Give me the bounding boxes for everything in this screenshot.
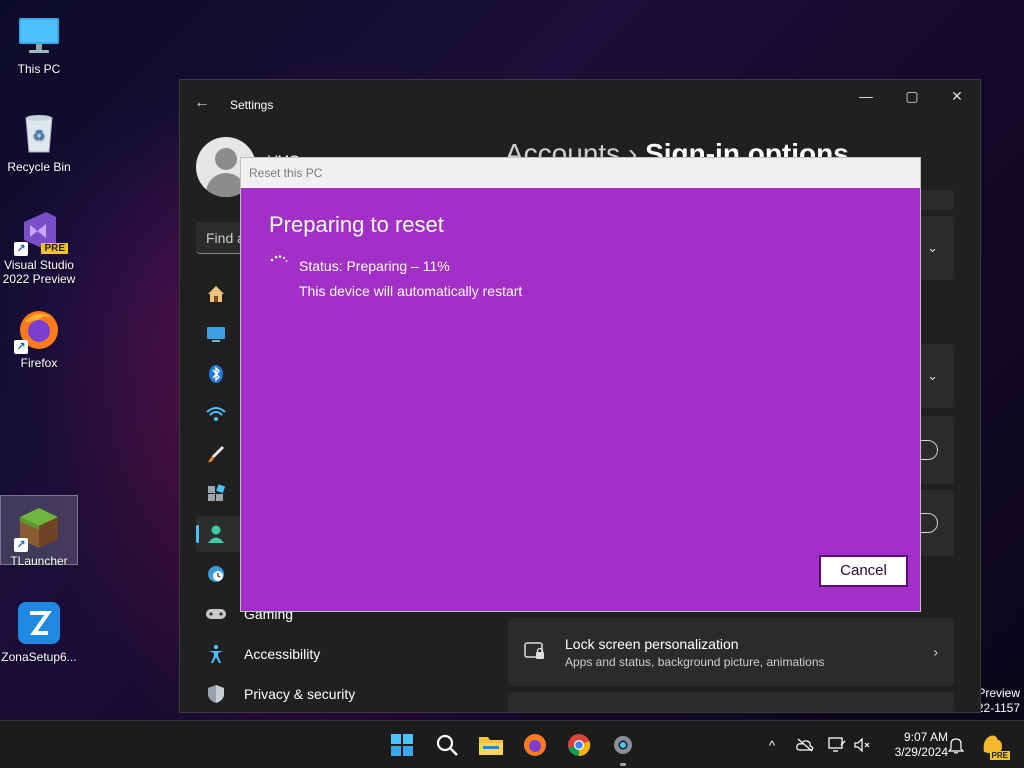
recycle-bin-icon: ♻ — [16, 110, 62, 156]
clock-date: 3/29/2024 — [894, 745, 948, 759]
reset-dialog: Reset this PC Preparing to reset Status:… — [240, 157, 921, 612]
file-explorer-button[interactable] — [476, 730, 506, 760]
shortcut-arrow-icon: ↗ — [14, 340, 28, 354]
settings-taskbar-button[interactable] — [608, 730, 638, 766]
home-icon — [204, 283, 228, 305]
chrome-icon — [568, 734, 591, 757]
desktop-icon-firefox[interactable]: ↗ Firefox — [0, 298, 78, 370]
nav-item-accessibility[interactable]: Accessibility — [196, 636, 486, 672]
time-language-icon — [204, 563, 228, 585]
desktop-icon-zona-setup[interactable]: ZonaSetup6... — [0, 592, 78, 664]
shortcut-arrow-icon: ↗ — [14, 242, 28, 256]
watermark-line1: Preview — [977, 686, 1020, 700]
shield-icon — [204, 683, 228, 705]
desktop-icon-label: Recycle Bin — [7, 160, 71, 174]
copilot-preview-button[interactable]: PRE — [978, 730, 1010, 760]
back-button[interactable]: ← — [194, 94, 216, 116]
minecraft-grass-block-icon: ↗ — [14, 504, 62, 552]
pre-badge: PRE — [989, 751, 1010, 760]
watermark-line2: 22-1157 — [976, 701, 1020, 715]
gamepad-icon — [204, 603, 228, 625]
desktop-icon-label: Firefox — [20, 356, 58, 370]
nav-item-label: Accessibility — [244, 646, 321, 662]
accounts-icon — [204, 523, 228, 545]
desktop-icon-this-pc[interactable]: This PC — [0, 4, 78, 76]
nav-item-label: Privacy & security — [244, 686, 356, 702]
bluetooth-icon — [204, 363, 228, 385]
reset-heading: Preparing to reset — [269, 212, 444, 237]
card-title: Lock screen personalization — [565, 636, 739, 652]
running-indicator — [620, 763, 626, 766]
firefox-icon — [524, 734, 546, 756]
chrome-taskbar-button[interactable] — [564, 730, 594, 760]
pre-badge: PRE — [41, 243, 68, 254]
svg-text:♻: ♻ — [33, 127, 46, 143]
reset-status: Status: Preparing – 11% — [299, 258, 450, 274]
reset-dialog-title: Reset this PC — [241, 158, 920, 188]
wifi-icon — [204, 403, 228, 425]
minimize-button[interactable]: — — [852, 88, 880, 108]
maximize-button[interactable]: ▢ — [898, 88, 926, 108]
chevron-right-icon: › — [933, 644, 938, 660]
card-subtitle: Apps and status, background picture, ani… — [565, 655, 825, 669]
network-icon[interactable] — [827, 735, 847, 755]
settings-titlebar: ← Settings — ▢ ✕ — [180, 80, 980, 128]
chevron-down-icon: ⌄ — [927, 368, 938, 383]
desktop-icon-recycle-bin[interactable]: ♻ Recycle Bin — [0, 102, 78, 174]
window-title: Settings — [230, 98, 274, 112]
desktop-icon-label: TLauncher — [10, 554, 68, 568]
system-icon — [204, 323, 228, 345]
settings-icon — [614, 736, 632, 754]
loading-spinner-icon — [269, 254, 289, 268]
settings-card-bottom — [508, 692, 954, 712]
nav-item-privacy-security[interactable]: Privacy & security — [196, 676, 486, 712]
search-icon — [436, 734, 458, 756]
zona-icon — [16, 600, 62, 646]
start-icon — [391, 734, 413, 756]
notification-bell-icon[interactable] — [946, 735, 966, 755]
cloud-offline-icon[interactable] — [795, 735, 815, 755]
taskbar: ^ 9:07 AM 3/29/2024 PRE — [0, 720, 1024, 768]
firefox-icon: ↗ — [14, 306, 62, 354]
lock-screen-icon — [524, 642, 546, 662]
avatar-head — [215, 148, 237, 170]
brush-icon — [204, 443, 228, 465]
volume-muted-icon[interactable] — [852, 735, 872, 755]
reset-message: This device will automatically restart — [299, 283, 523, 299]
close-button[interactable]: ✕ — [943, 88, 971, 108]
firefox-taskbar-button[interactable] — [520, 730, 550, 760]
clock[interactable]: 9:07 AM 3/29/2024 — [878, 730, 948, 760]
clock-time: 9:07 AM — [903, 730, 948, 744]
accessibility-icon — [204, 643, 228, 665]
start-button[interactable] — [387, 730, 417, 760]
monitor-icon — [16, 12, 62, 58]
desktop-icon-label: This PC — [17, 62, 61, 76]
apps-icon — [204, 483, 228, 505]
show-hidden-icons-button[interactable]: ^ — [763, 735, 781, 755]
chevron-down-icon: ⌄ — [927, 240, 938, 255]
cancel-button[interactable]: Cancel — [819, 555, 908, 587]
file-explorer-icon — [479, 737, 503, 755]
desktop-icon-label: ZonaSetup6... — [1, 650, 77, 664]
desktop-icon-label: Visual Studio 2022 Preview — [2, 258, 76, 286]
desktop-icon-visual-studio[interactable]: PRE ↗ Visual Studio 2022 Preview — [0, 200, 78, 286]
visual-studio-icon: PRE ↗ — [14, 208, 68, 256]
search-button[interactable] — [432, 730, 462, 760]
desktop-icon-tlauncher[interactable]: ↗ TLauncher — [0, 495, 78, 568]
shortcut-arrow-icon: ↗ — [14, 538, 28, 552]
lock-screen-personalization-card[interactable]: Lock screen personalization Apps and sta… — [508, 618, 954, 686]
